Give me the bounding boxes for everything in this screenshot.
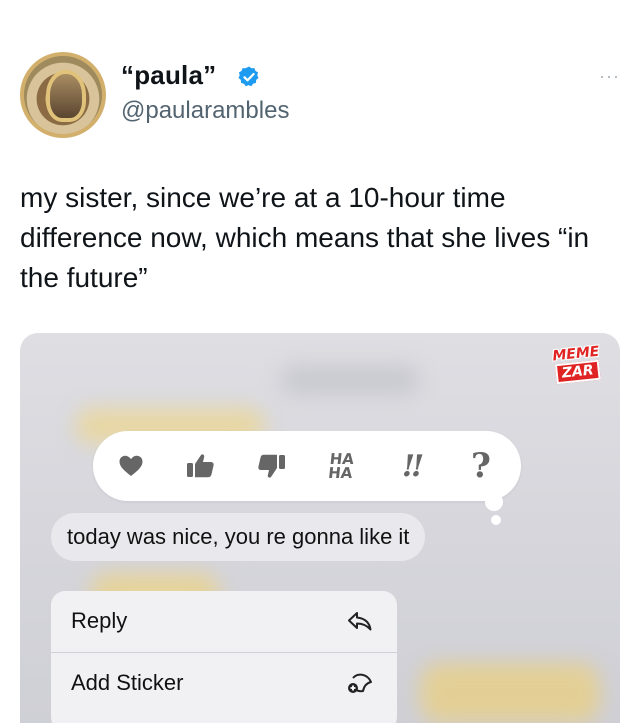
exclamation-reaction-icon[interactable]: !! <box>391 446 431 486</box>
menu-item-label: Reply <box>71 608 128 633</box>
context-menu: Reply Add Sticker <box>51 591 397 723</box>
reaction-bar-tail <box>491 515 501 525</box>
avatar[interactable] <box>20 52 106 138</box>
question-label: ? <box>471 446 491 486</box>
display-name[interactable]: “paula” <box>121 60 216 91</box>
avatar-photo <box>46 70 86 122</box>
question-reaction-icon[interactable]: ? <box>461 446 501 486</box>
more-options-icon[interactable]: ··· <box>599 66 620 87</box>
heart-icon[interactable] <box>111 446 151 486</box>
add-sticker-icon <box>348 673 372 693</box>
message-bubble[interactable]: today was nice, you re gonna like it <box>51 513 426 561</box>
exclamation-label: !! <box>401 448 424 484</box>
reply-arrow-icon <box>348 612 372 631</box>
tweet-text: my sister, since we’re at a 10-hour time… <box>20 182 590 293</box>
thumbs-down-icon[interactable] <box>251 446 291 486</box>
tapback-reaction-bar: HA HA !! ? <box>93 431 521 525</box>
menu-item-label: Add Sticker <box>71 670 184 695</box>
verified-badge-icon <box>238 66 259 87</box>
thumbs-up-icon[interactable] <box>181 446 221 486</box>
haha-reaction-icon[interactable]: HA HA <box>321 446 361 486</box>
blurred-background <box>280 365 420 395</box>
haha-line2: HA <box>327 464 354 482</box>
menu-item-reply[interactable]: Reply <box>51 591 397 651</box>
tweet-media-image[interactable]: MEME ZAR HA HA !! ? today was nice, you r… <box>20 333 620 723</box>
reaction-bar-tail <box>485 493 503 511</box>
watermark-logo: MEME ZAR <box>544 344 609 385</box>
blurred-background <box>420 663 600 723</box>
username-handle[interactable]: @paularambles <box>121 97 289 125</box>
watermark-line2: ZAR <box>554 359 601 385</box>
tweet-header: “paula” @paularambles ··· <box>20 52 620 142</box>
menu-item-add-sticker[interactable]: Add Sticker <box>51 653 397 713</box>
